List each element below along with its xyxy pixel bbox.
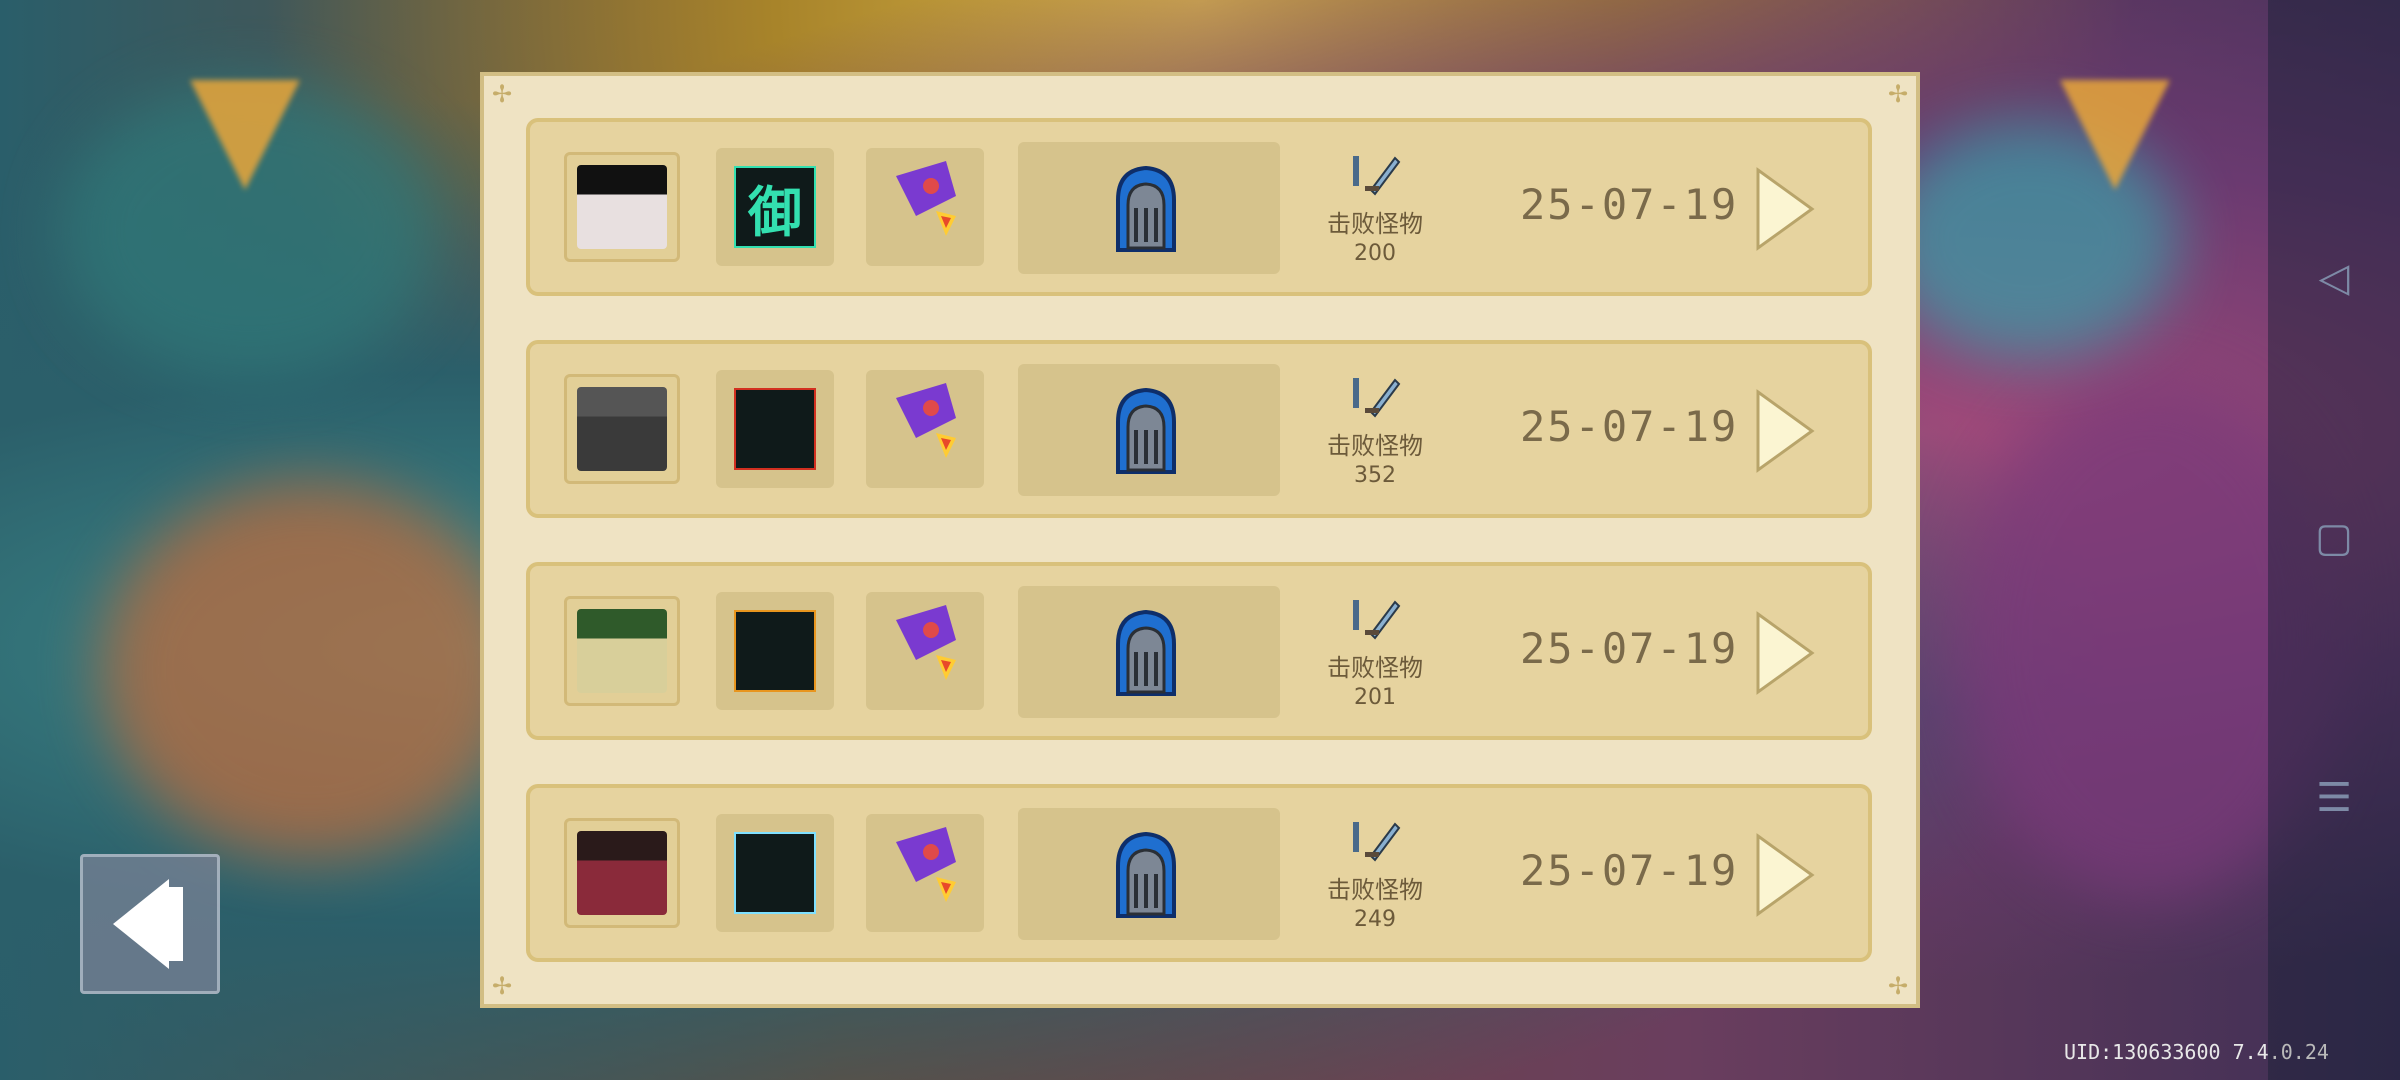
corner-ornament: ✢	[1887, 80, 1909, 108]
knight-helmet-icon	[1116, 387, 1176, 474]
kills-stat: 击败怪物 201	[1310, 594, 1440, 710]
view-record-button[interactable]	[1750, 386, 1820, 476]
kills-label: 击败怪物	[1327, 432, 1423, 460]
kills-stat: 击败怪物 352	[1310, 372, 1440, 488]
rocket-pet-icon	[896, 161, 956, 236]
record-date: 25-07-19	[1520, 624, 1739, 673]
version-minor: .0.24	[2268, 1040, 2329, 1064]
background-blob	[100, 480, 520, 860]
character-avatar	[564, 596, 680, 706]
kills-count: 249	[1354, 907, 1396, 932]
character-portrait-icon	[577, 609, 667, 693]
knight-helmet-icon	[1116, 165, 1176, 252]
equipment-slot	[1018, 808, 1280, 940]
view-record-button[interactable]	[1750, 164, 1820, 254]
character-portrait-icon	[577, 831, 667, 915]
sword-icon	[1353, 822, 1401, 862]
uid-label: UID:130633600	[2064, 1040, 2221, 1064]
rocket-pet-icon	[896, 827, 956, 902]
kills-count: 201	[1354, 685, 1396, 710]
view-record-button[interactable]	[1750, 608, 1820, 698]
character-portrait-icon	[577, 387, 667, 471]
pet-slot	[866, 148, 984, 266]
records-panel: ✢ ✢ ✢ ✢ 御 击败怪物 200 25-07-19 击败怪物 352 25-…	[480, 72, 1920, 1008]
sword-icon	[1353, 156, 1401, 196]
pet-slot	[866, 370, 984, 488]
uid-version-text: UID:130633600 7.4.0.24	[2064, 1040, 2329, 1064]
kills-count: 200	[1354, 241, 1396, 266]
knight-helmet-icon	[1116, 609, 1176, 696]
corner-ornament: ✢	[1887, 972, 1909, 1000]
record-row: 御 击败怪物 200 25-07-19	[526, 118, 1872, 296]
back-button[interactable]	[80, 854, 220, 994]
character-portrait-icon	[577, 165, 667, 249]
equipment-slot	[1018, 586, 1280, 718]
bunting-flag	[190, 80, 300, 190]
system-nav-bar: ◁ ▢ ☰	[2268, 0, 2400, 1080]
nav-home-icon[interactable]: ▢	[2315, 515, 2353, 561]
nav-menu-icon[interactable]: ☰	[2316, 775, 2352, 821]
record-date: 25-07-19	[1520, 180, 1739, 229]
pet-slot	[866, 814, 984, 932]
skill-icon	[734, 388, 816, 470]
record-row: 击败怪物 201 25-07-19	[526, 562, 1872, 740]
skill-icon	[734, 832, 816, 914]
sword-icon	[1353, 600, 1401, 640]
character-avatar	[564, 152, 680, 262]
nav-back-icon[interactable]: ◁	[2319, 255, 2350, 301]
record-row: 击败怪物 249 25-07-19	[526, 784, 1872, 962]
corner-ornament: ✢	[491, 80, 513, 108]
knight-helmet-icon	[1116, 831, 1176, 918]
equipment-slot	[1018, 142, 1280, 274]
back-arrow-icon	[113, 879, 183, 969]
equipment-slot	[1018, 364, 1280, 496]
record-date: 25-07-19	[1520, 402, 1739, 451]
record-date: 25-07-19	[1520, 846, 1739, 895]
kills-count: 352	[1354, 463, 1396, 488]
bunting-flag	[2060, 80, 2170, 190]
rocket-pet-icon	[896, 605, 956, 680]
skill-slot	[716, 592, 834, 710]
kills-stat: 击败怪物 249	[1310, 816, 1440, 932]
view-record-button[interactable]	[1750, 830, 1820, 920]
kills-label: 击败怪物	[1327, 654, 1423, 682]
skill-slot: 御	[716, 148, 834, 266]
kills-label: 击败怪物	[1327, 210, 1423, 238]
skill-icon: 御	[734, 166, 816, 248]
skill-icon	[734, 610, 816, 692]
corner-ornament: ✢	[491, 972, 513, 1000]
sword-icon	[1353, 378, 1401, 418]
character-avatar	[564, 374, 680, 484]
kills-label: 击败怪物	[1327, 876, 1423, 904]
version-major: 7.4	[2232, 1040, 2269, 1064]
record-row: 击败怪物 352 25-07-19	[526, 340, 1872, 518]
skill-slot	[716, 814, 834, 932]
pet-slot	[866, 592, 984, 710]
character-avatar	[564, 818, 680, 928]
skill-slot	[716, 370, 834, 488]
kills-stat: 击败怪物 200	[1310, 150, 1440, 266]
rocket-pet-icon	[896, 383, 956, 458]
